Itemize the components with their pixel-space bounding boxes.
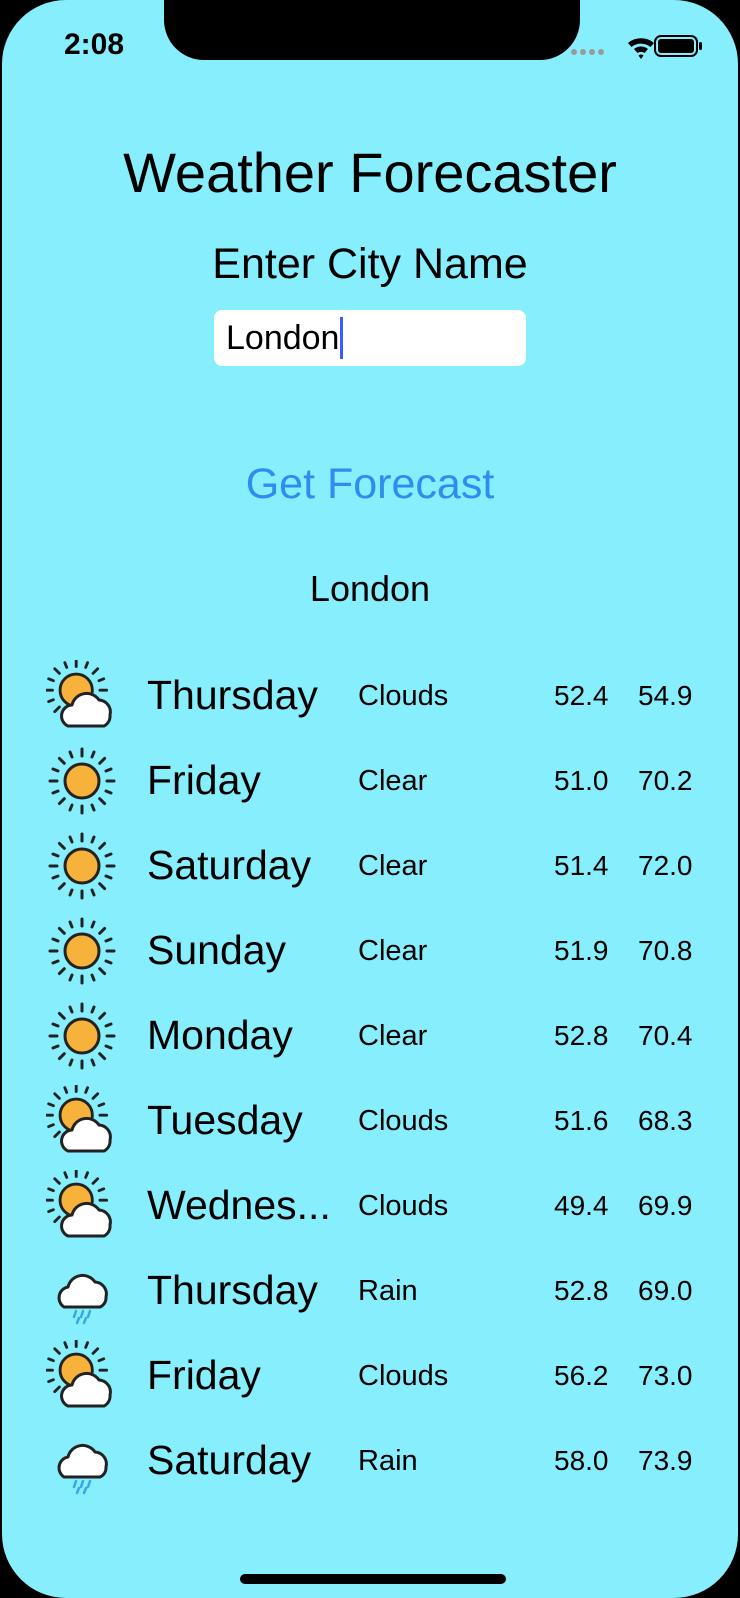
forecast-low-temp: 51.0	[554, 765, 609, 796]
forecast-high-temp: 70.2	[638, 765, 693, 796]
page-title: Weather Forecaster	[123, 141, 617, 204]
forecast-high-temp: 54.9	[638, 680, 693, 711]
forecast-condition: Clouds	[358, 680, 449, 712]
forecast-condition: Clouds	[358, 1190, 449, 1222]
forecast-low-temp: 52.8	[554, 1275, 609, 1306]
rain-cloud-icon	[57, 1273, 108, 1325]
forecast-row: Saturday Rain 58.0 73.9	[2, 1417, 738, 1503]
forecast-low-temp: 58.0	[554, 1445, 609, 1476]
city-input-value: London	[226, 319, 340, 357]
text-cursor	[340, 317, 344, 359]
forecast-low-temp: 51.4	[554, 850, 609, 881]
partly-cloudy-icon	[46, 1170, 112, 1238]
forecast-row: Thursday Clouds 52.4 54.9	[2, 652, 738, 738]
forecast-high-temp: 73.9	[638, 1445, 693, 1476]
forecast-day: Wednes...	[147, 1182, 331, 1228]
home-indicator[interactable]	[240, 1574, 506, 1584]
get-forecast-button[interactable]: Get Forecast	[2, 460, 738, 509]
app-screen: 2:08 Weather Forecaster Enter City Name …	[2, 0, 738, 1598]
sun-icon	[48, 832, 116, 900]
forecast-day: Thursday	[147, 672, 318, 718]
sun-icon	[48, 747, 116, 815]
forecast-condition: Rain	[358, 1275, 418, 1307]
forecast-high-temp: 68.3	[638, 1105, 693, 1136]
forecast-low-temp: 51.9	[554, 935, 609, 966]
forecast-row: Wednes... Clouds 49.4 69.9	[2, 1162, 738, 1248]
forecast-condition: Clear	[358, 1020, 428, 1052]
status-time: 2:08	[64, 28, 125, 61]
forecast-day: Tuesday	[147, 1097, 303, 1143]
forecast-high-temp: 70.4	[638, 1020, 693, 1051]
sun-icon	[48, 1002, 116, 1070]
forecast-condition: Clouds	[358, 1360, 449, 1392]
forecast-condition: Clouds	[358, 1105, 449, 1137]
status-icons	[571, 35, 702, 59]
rain-cloud-icon	[57, 1443, 108, 1495]
forecast-low-temp: 52.4	[554, 680, 609, 711]
forecast-day: Thursday	[147, 1267, 318, 1313]
forecast-condition: Clear	[358, 935, 428, 967]
forecast-row: Friday Clouds 56.2 73.0	[2, 1332, 738, 1418]
device-notch	[164, 0, 580, 60]
forecast-day: Friday	[147, 1352, 261, 1398]
forecast-row: Thursday Rain 52.8 69.0	[2, 1247, 738, 1333]
sun-icon	[48, 917, 116, 985]
battery-icon	[654, 35, 702, 57]
forecast-high-temp: 73.0	[638, 1360, 693, 1391]
forecast-condition: Rain	[358, 1445, 418, 1477]
forecast-low-temp: 49.4	[554, 1190, 609, 1221]
forecast-low-temp: 51.6	[554, 1105, 609, 1136]
forecast-high-temp: 69.0	[638, 1275, 693, 1306]
city-prompt-label: Enter City Name	[212, 240, 528, 288]
partly-cloudy-icon	[46, 1340, 112, 1408]
partly-cloudy-icon	[46, 1085, 112, 1153]
forecast-day: Saturday	[147, 842, 312, 888]
result-city-label: London	[309, 568, 431, 609]
forecast-row: Monday Clear 52.8 70.4	[2, 992, 738, 1078]
forecast-high-temp: 72.0	[638, 850, 693, 881]
partly-cloudy-icon	[46, 660, 112, 728]
forecast-day: Sunday	[147, 927, 287, 973]
forecast-row: Sunday Clear 51.9 70.8	[2, 907, 738, 993]
forecast-high-temp: 69.9	[638, 1190, 693, 1221]
signal-icon	[571, 49, 604, 55]
forecast-day: Saturday	[147, 1437, 312, 1483]
forecast-low-temp: 52.8	[554, 1020, 609, 1051]
forecast-condition: Clear	[358, 765, 428, 797]
forecast-low-temp: 56.2	[554, 1360, 609, 1391]
forecast-row: Saturday Clear 51.4 72.0	[2, 822, 738, 908]
forecast-condition: Clear	[358, 850, 428, 882]
forecast-day: Friday	[147, 757, 261, 803]
forecast-day: Monday	[147, 1012, 293, 1058]
city-search-input[interactable]: London	[214, 310, 526, 366]
wifi-icon	[628, 38, 654, 59]
forecast-row: Tuesday Clouds 51.6 68.3	[2, 1077, 738, 1163]
forecast-high-temp: 70.8	[638, 935, 693, 966]
forecast-row: Friday Clear 51.0 70.2	[2, 737, 738, 823]
